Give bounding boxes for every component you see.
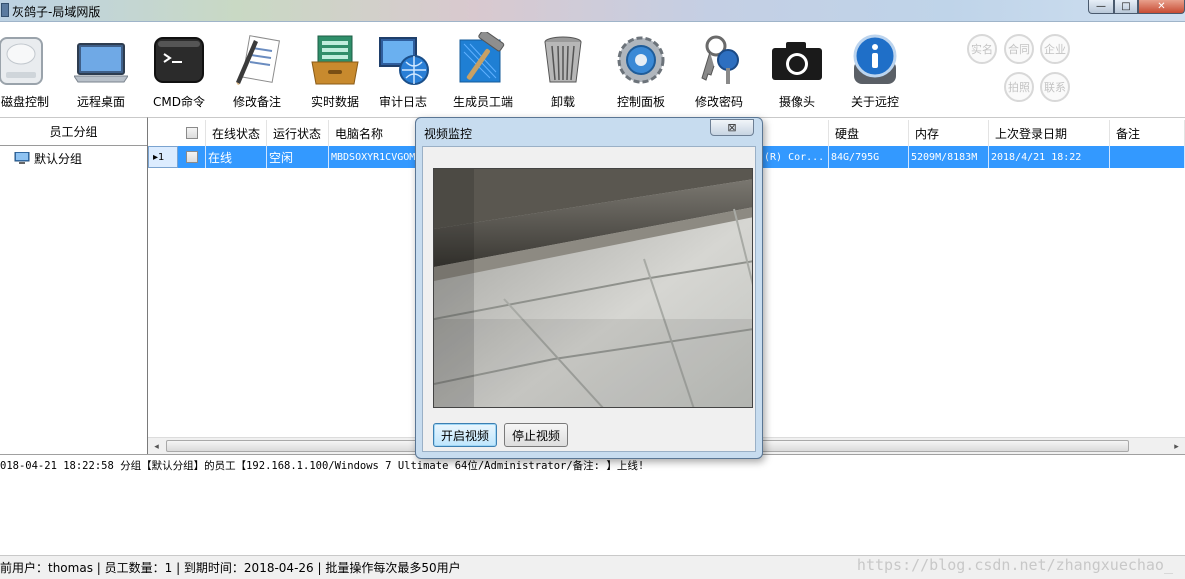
badge-contact: 联系 <box>1040 72 1070 102</box>
maximize-button[interactable]: □ <box>1114 0 1138 14</box>
select-all-checkbox-cell[interactable] <box>178 120 206 146</box>
toolbar-label: 修改密码 <box>694 95 743 109</box>
group-tree-panel: 员工分组 默认分组 <box>0 117 148 454</box>
cell-cpu: (R) Cor... <box>762 146 829 168</box>
badge-photo: 拍照 <box>1004 72 1034 102</box>
audit-globe-icon <box>379 37 429 85</box>
toolbar-label: 控制面板 <box>616 95 665 109</box>
toolbar-button-disk-control[interactable]: 磁盘控制 <box>0 22 50 116</box>
log-line: 018-04-21 18:22:58 分组【默认分组】的员工【192.168.1… <box>0 460 645 472</box>
column-header-run-status[interactable]: 运行状态 <box>267 120 329 146</box>
toolbar-button-build-client[interactable]: 生成员工端 <box>448 22 518 116</box>
keys-icon <box>701 35 739 84</box>
dialog-body: 开启视频 停止视频 <box>422 146 756 452</box>
status-bar: 前用户：thomas | 员工数量：1 | 到期时间：2018-04-26 | … <box>0 555 1185 579</box>
toolbar-label: 生成员工端 <box>452 95 513 109</box>
gear-icon <box>617 36 665 84</box>
laptop-icon <box>74 43 128 83</box>
tree-item-label: 默认分组 <box>34 152 83 166</box>
build-hammer-icon <box>459 32 505 83</box>
window-title: 灰鸽子-局域网版 <box>12 5 101 19</box>
row-checkbox-cell[interactable] <box>178 146 206 168</box>
cell-note <box>1110 146 1185 168</box>
badge-real-name: 实名 <box>967 34 997 64</box>
tree-header: 员工分组 <box>0 118 147 146</box>
column-header-disk[interactable]: 硬盘 <box>829 120 909 146</box>
toolbar-label: 关于远控 <box>850 95 899 109</box>
cell-online-status: 在线 <box>206 146 267 168</box>
column-header-last-login[interactable]: 上次登录日期 <box>989 120 1110 146</box>
certification-badges: 实名 合同 企业 拍照 联系 <box>962 34 1082 104</box>
info-icon <box>853 34 897 84</box>
toolbar-label: 审计日志 <box>378 95 427 109</box>
select-all-checkbox[interactable] <box>186 127 198 139</box>
cell-disk: 84G/795G <box>829 146 909 168</box>
column-header-online-status[interactable]: 在线状态 <box>206 120 267 146</box>
start-video-button[interactable]: 开启视频 <box>433 423 497 447</box>
toolbar-label: 磁盘控制 <box>0 95 49 109</box>
close-button[interactable]: ✕ <box>1138 0 1185 14</box>
cell-last-login: 2018/4/21 18:22 <box>989 146 1110 168</box>
toolbar-button-camera[interactable]: 摄像头 <box>764 22 830 116</box>
minimize-button[interactable]: — <box>1088 0 1114 14</box>
scroll-right-icon[interactable]: ▸ <box>1168 438 1185 455</box>
toolbar-button-uninstall[interactable]: 卸载 <box>530 22 596 116</box>
cell-memory: 5209M/8183M <box>909 146 989 168</box>
column-header-note[interactable]: 备注 <box>1110 120 1185 146</box>
disk-icon <box>0 37 43 85</box>
status-text: 前用户：thomas | 员工数量：1 | 到期时间：2018-04-26 | … <box>0 561 461 575</box>
terminal-icon <box>154 37 204 83</box>
window-controls: — □ ✕ <box>1088 0 1185 14</box>
data-cabinet-icon <box>311 35 359 85</box>
tree-item-default-group[interactable]: 默认分组 <box>14 150 82 167</box>
toolbar-label: 卸载 <box>550 95 575 109</box>
title-bar: 灰鸽子-局域网版 — □ ✕ <box>0 0 1185 22</box>
toolbar-button-cmd[interactable]: CMD命令 <box>146 22 212 116</box>
edit-note-icon <box>236 35 280 85</box>
column-header-memory[interactable]: 内存 <box>909 120 989 146</box>
stop-video-button[interactable]: 停止视频 <box>504 423 568 447</box>
toolbar-button-control-panel[interactable]: 控制面板 <box>608 22 674 116</box>
scroll-left-icon[interactable]: ◂ <box>148 438 165 455</box>
log-panel: 018-04-21 18:22:58 分组【默认分组】的员工【192.168.1… <box>0 454 1185 554</box>
watermark: https://blog.csdn.net/zhangxuechao_ <box>856 556 1173 574</box>
toolbar: 磁盘控制 远程桌面 CMD命令 修改备注 实时数据 审计日志 生成员工端 卸载 … <box>0 22 1185 116</box>
camera-feed-image <box>434 169 752 407</box>
badge-contract: 合同 <box>1004 34 1034 64</box>
app-icon <box>1 3 9 17</box>
dialog-close-button[interactable]: ⊠ <box>710 119 754 136</box>
cell-run-status: 空闲 <box>267 146 329 168</box>
toolbar-button-change-password[interactable]: 修改密码 <box>686 22 752 116</box>
toolbar-button-realtime-data[interactable]: 实时数据 <box>302 22 368 116</box>
badge-enterprise: 企业 <box>1040 34 1070 64</box>
toolbar-button-about[interactable]: 关于远控 <box>842 22 908 116</box>
toolbar-label: 远程桌面 <box>76 95 125 109</box>
computer-icon <box>14 152 30 164</box>
row-checkbox[interactable] <box>186 151 198 163</box>
dialog-title: 视频监控 <box>424 127 473 141</box>
trash-bin-icon <box>544 36 582 83</box>
toolbar-label: CMD命令 <box>153 95 205 109</box>
toolbar-button-audit-log[interactable]: 审计日志 <box>370 22 436 116</box>
video-preview <box>433 168 753 408</box>
video-monitor-dialog: 视频监控 ⊠ 开启视频 停止视频 <box>415 117 763 459</box>
toolbar-button-remote-desktop[interactable]: 远程桌面 <box>68 22 134 116</box>
camera-icon <box>772 42 822 80</box>
toolbar-button-edit-note[interactable]: 修改备注 <box>224 22 290 116</box>
toolbar-label: 修改备注 <box>232 95 281 109</box>
toolbar-label: 实时数据 <box>310 95 359 109</box>
toolbar-label: 摄像头 <box>778 95 815 109</box>
